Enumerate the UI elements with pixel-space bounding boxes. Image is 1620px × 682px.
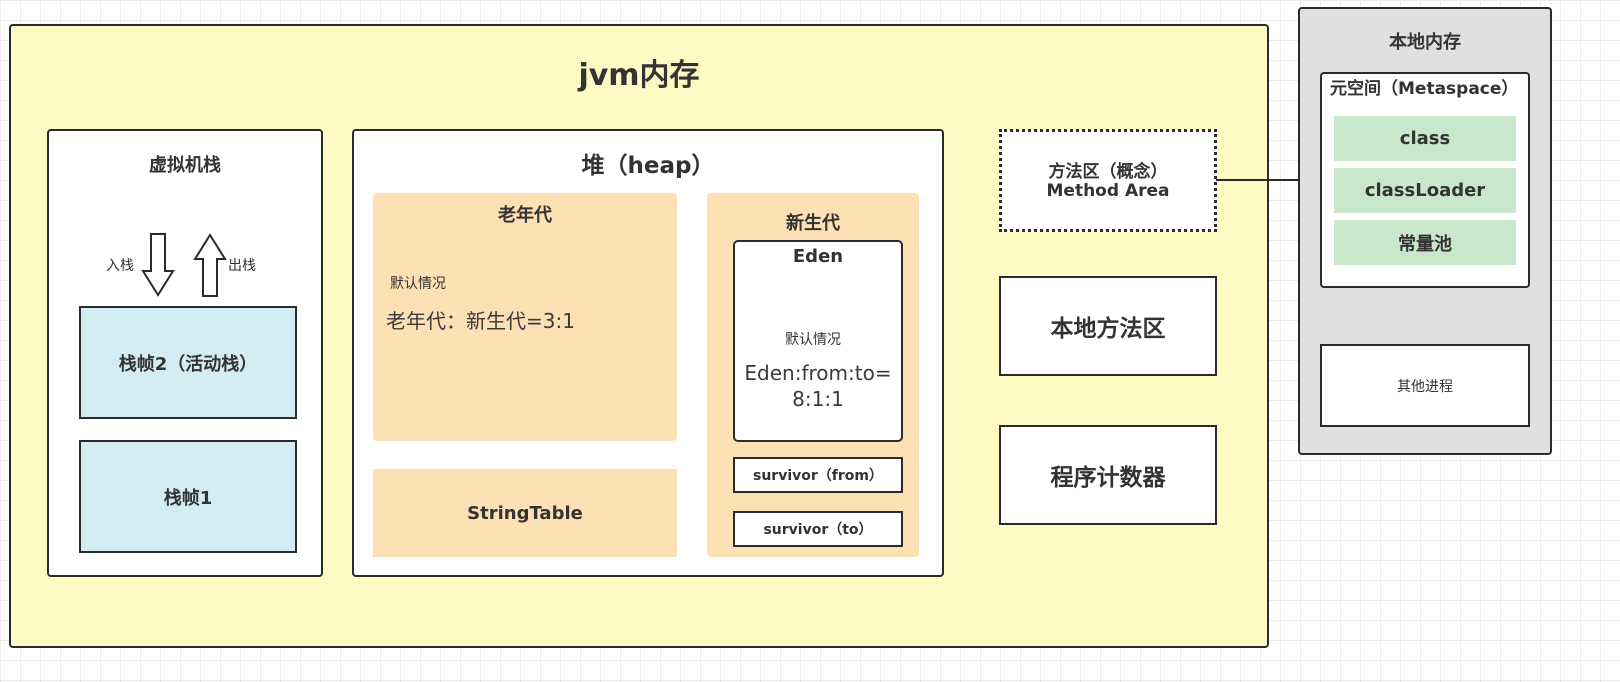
eden-ratio-line1: Eden:from:to= [744,361,892,385]
metaspace-item-constant-pool: 常量池 [1334,220,1516,265]
old-generation-title: 老年代 [498,205,552,226]
jvm-title: jvm内存 [578,58,700,93]
heap-title: 堆（heap） [581,153,715,179]
metaspace-item-class: class [1334,116,1516,161]
old-generation-default-label: 默认情况 [390,276,446,292]
program-counter: 程序计数器 [999,425,1217,525]
push-label: 入栈 [106,258,134,274]
stack-frame-2: 栈帧2（活动栈） [79,306,297,419]
other-process-box: 其他进程 [1320,344,1530,427]
stack-frame-1: 栈帧1 [79,440,297,553]
old-young-ratio: 老年代：新生代=3:1 [386,309,575,333]
eden-ratio-line2: 8:1:1 [792,387,844,411]
native-method-area: 本地方法区 [999,276,1217,376]
string-table: StringTable [373,469,677,557]
young-generation-title: 新生代 [786,213,840,234]
method-area-line1: 方法区（概念） [1048,161,1168,182]
survivor-from: survivor（from） [733,457,903,493]
survivor-to: survivor（to） [733,511,903,547]
pop-label: 出栈 [228,258,256,274]
eden-default-label: 默认情况 [785,332,841,348]
method-area-line2: Method Area [1046,181,1170,201]
native-memory-title: 本地内存 [1389,32,1461,53]
vm-stack-title: 虚拟机栈 [149,155,221,176]
metaspace-title: 元空间（Metaspace） [1330,79,1519,99]
metaspace-item-classloader: classLoader [1334,168,1516,213]
eden-title: Eden [792,245,844,267]
push-arrow-icon [141,233,175,297]
